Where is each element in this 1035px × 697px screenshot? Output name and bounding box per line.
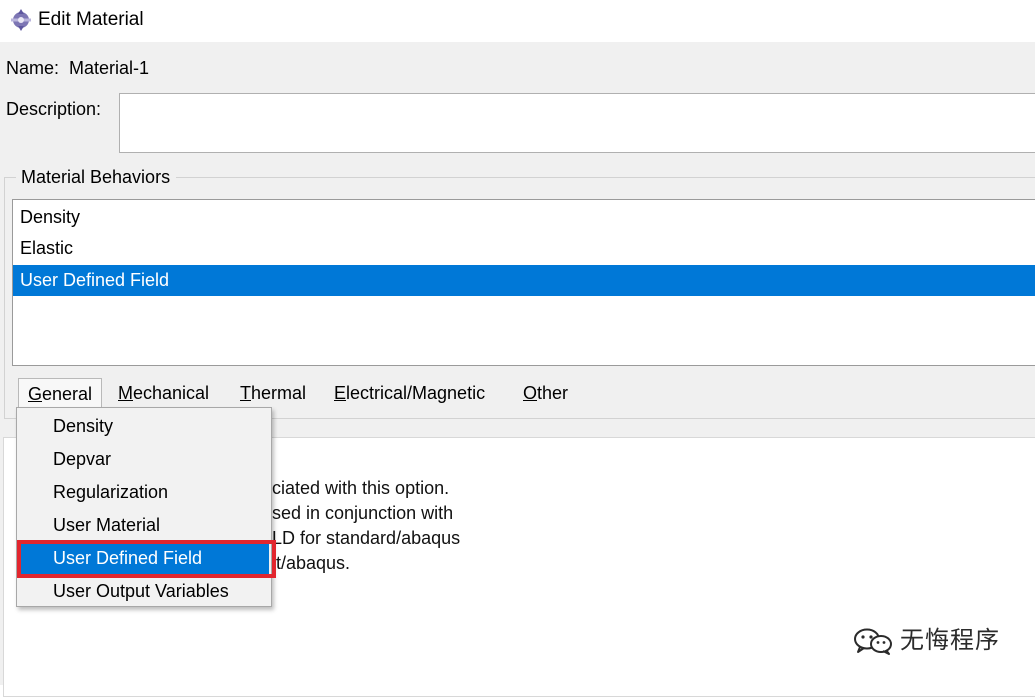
watermark-text: 无悔程序 — [900, 626, 1000, 654]
abaqus-app-icon — [11, 9, 31, 31]
menu-general[interactable]: General — [18, 378, 103, 408]
edit-material-dialog: Edit Material Name: Material-1 Descriptio… — [0, 0, 1035, 697]
menu-mechanical-label: echanical — [133, 383, 210, 403]
behavior-item-density[interactable]: Density — [13, 202, 1035, 233]
wechat-icon — [854, 628, 892, 655]
general-menu-depvar[interactable]: Depvar — [19, 443, 269, 476]
menu-electrical-magnetic[interactable]: Electrical/Magnetic — [325, 378, 494, 408]
window-title: Edit Material — [38, 9, 144, 30]
material-behaviors-legend: Material Behaviors — [16, 166, 177, 188]
menu-mechanical[interactable]: Mechanical — [109, 378, 218, 408]
behavior-info-text: ciated with this option. sed in conjunct… — [272, 478, 461, 573]
behavior-menubar: General Mechanical Thermal Electrical/Ma… — [18, 378, 1018, 408]
menu-electrical-magnetic-label: lectrical/Magnetic — [346, 383, 486, 403]
name-label: Name: — [6, 58, 60, 78]
menu-other-label: ther — [537, 383, 569, 403]
material-behaviors-list[interactable]: Density Elastic User Defined Field — [12, 199, 1035, 366]
general-menu-user-output-variables[interactable]: User Output Variables — [19, 575, 269, 608]
description-label: Description: — [6, 99, 102, 119]
title-bar: Edit Material — [0, 0, 1035, 42]
general-menu-density[interactable]: Density — [19, 410, 269, 443]
menu-other[interactable]: Other — [514, 378, 577, 408]
menu-thermal-label: hermal — [251, 383, 307, 403]
name-row: Name: Material-1 — [6, 57, 149, 79]
general-menu-user-material[interactable]: User Material — [19, 509, 269, 542]
red-annotation-box — [17, 540, 276, 578]
material-name-value: Material-1 — [69, 58, 150, 78]
general-menu-regularization[interactable]: Regularization — [19, 476, 269, 509]
menu-general-label: eneral — [42, 384, 93, 404]
description-input[interactable] — [119, 93, 1035, 153]
behavior-item-user-defined-field[interactable]: User Defined Field — [13, 265, 1035, 296]
behavior-item-elastic[interactable]: Elastic — [13, 233, 1035, 264]
menu-thermal[interactable]: Thermal — [231, 378, 315, 408]
